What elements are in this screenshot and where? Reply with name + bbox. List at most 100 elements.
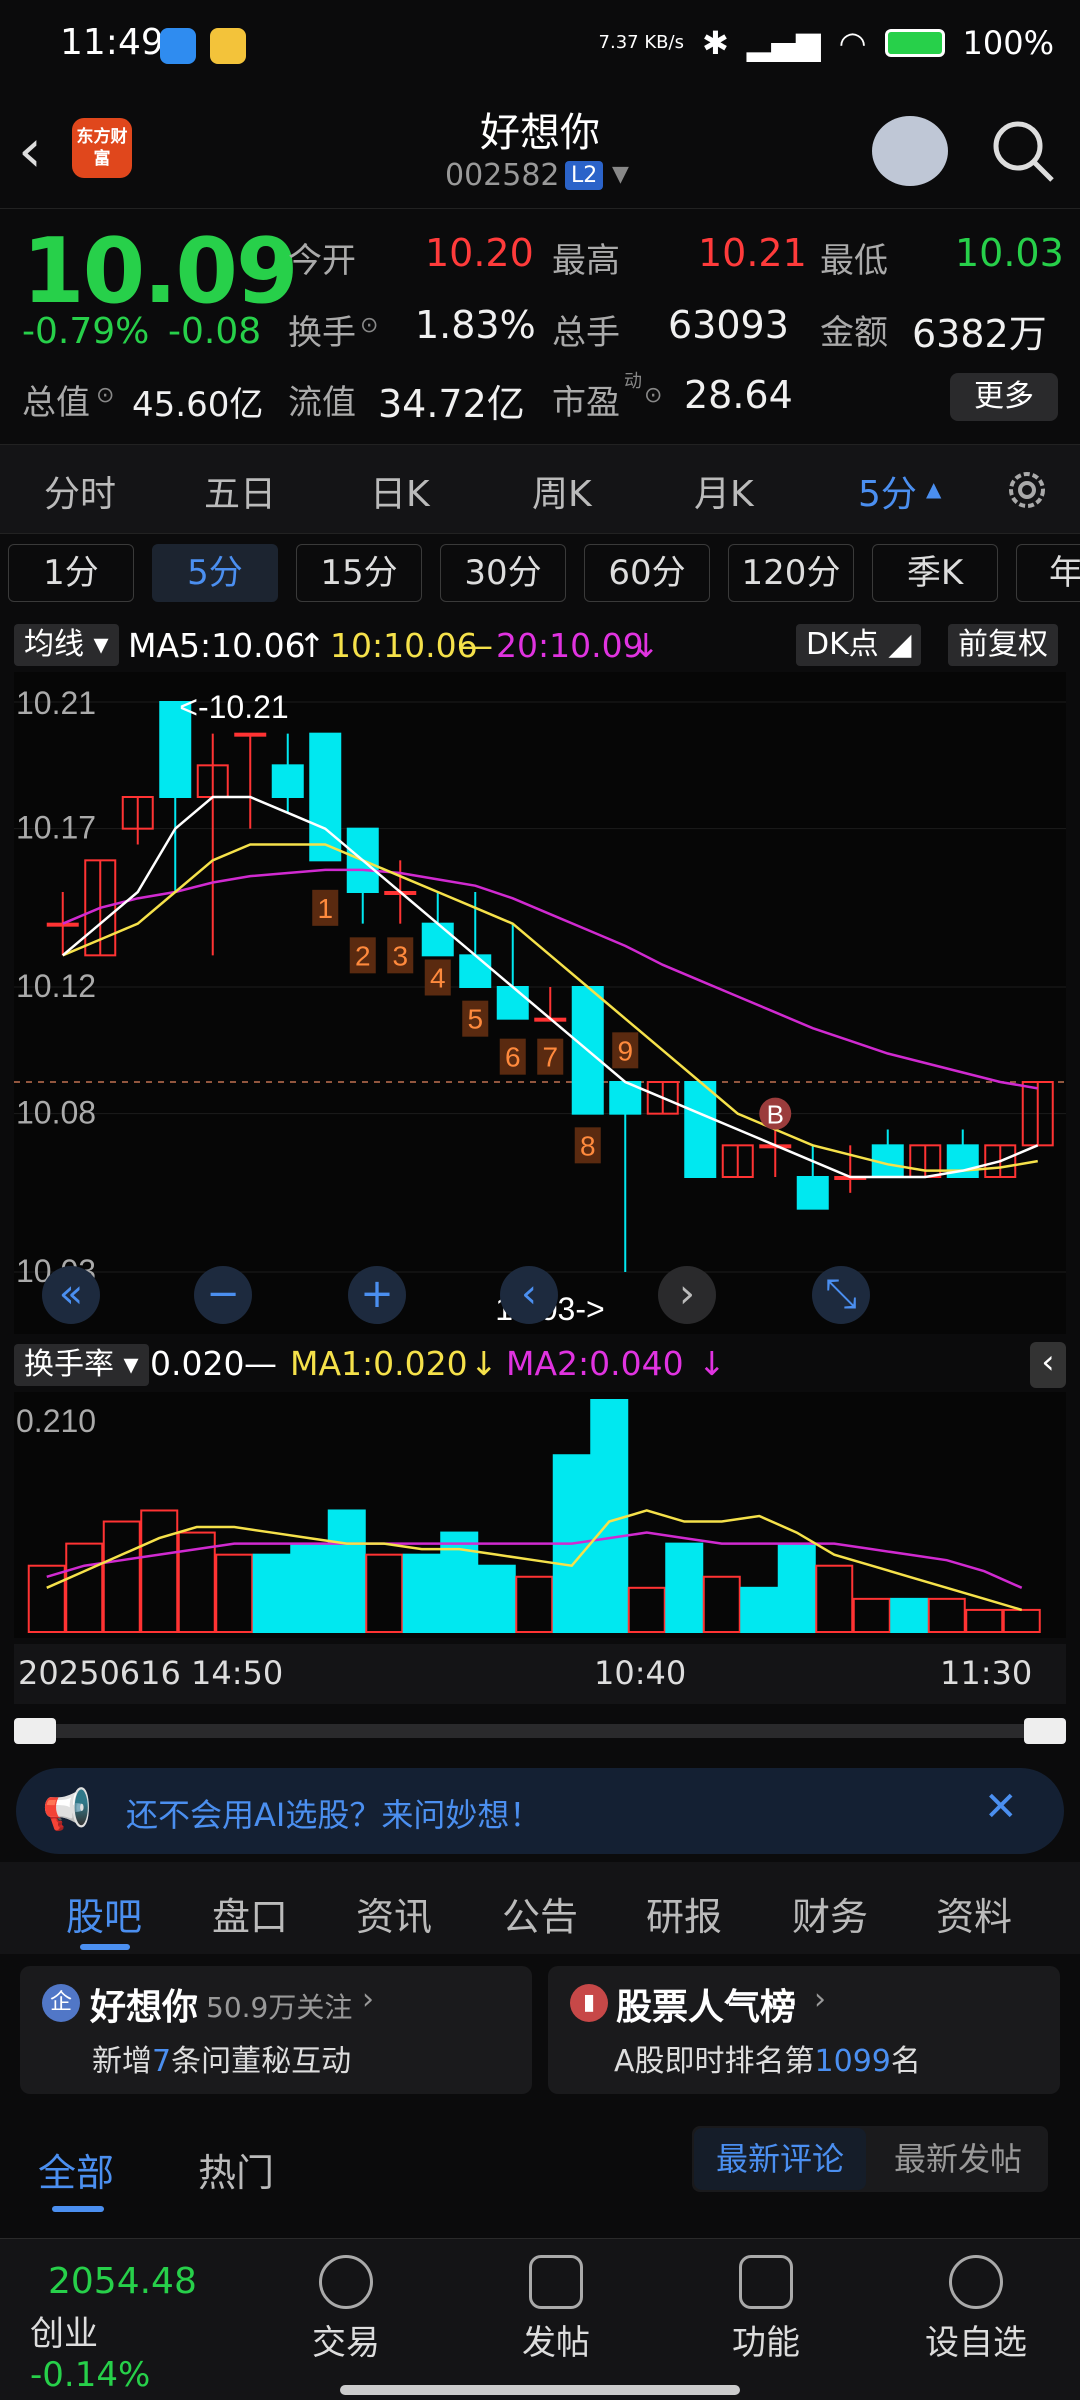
tab-announcements[interactable]: 公告: [502, 1886, 578, 1941]
chevron-right-icon: ›: [814, 1982, 826, 2017]
tab-5min-sub[interactable]: 5分: [152, 544, 278, 602]
index-name: 创业: [30, 2314, 98, 2354]
tab-week-k[interactable]: 周K: [532, 465, 592, 517]
nav-post[interactable]: 发帖: [486, 2255, 626, 2364]
signal-label: 4: [430, 963, 446, 994]
nav-trade[interactable]: 交易: [276, 2255, 416, 2364]
candlestick-chart[interactable]: 10.2110.1710.1210.0810.03123456789B<-10.…: [14, 672, 1066, 1334]
fullscreen-icon[interactable]: ⤡: [812, 1266, 870, 1324]
volume-label: 总手: [552, 313, 620, 353]
candle-body: [684, 1081, 717, 1178]
more-button[interactable]: 更多: [950, 373, 1058, 421]
volume-bar: [477, 1564, 516, 1633]
tab-all[interactable]: 全部: [38, 2142, 114, 2197]
ma20-value: 20:10.09: [496, 626, 644, 665]
search-icon[interactable]: [990, 118, 1056, 184]
tab-year-k[interactable]: 年: [1016, 544, 1080, 602]
tab-profile[interactable]: 资料: [936, 1886, 1012, 1941]
indicator-selector-label: 均线: [24, 627, 84, 662]
scroll-handle-right[interactable]: [1024, 1718, 1066, 1744]
signal-label: 3: [392, 940, 408, 971]
info-icon[interactable]: ⊙: [96, 383, 114, 408]
ranking-info: A股即时排名第1099名: [614, 2036, 921, 2080]
ranking-chart-icon: ▮: [570, 1984, 608, 2022]
ai-banner[interactable]: 📢 还不会用AI选股？来问妙想！ ✕: [16, 1768, 1064, 1854]
info-icon[interactable]: ⊙: [644, 383, 662, 408]
tab-finance[interactable]: 财务: [792, 1886, 868, 1941]
tab-15min[interactable]: 15分: [296, 544, 422, 602]
scroll-left-fast-icon[interactable]: «: [42, 1266, 100, 1324]
indicator-selector[interactable]: 均线 ▾: [14, 624, 119, 666]
tab-30min[interactable]: 30分: [440, 544, 566, 602]
settings-gear-icon[interactable]: [1002, 465, 1052, 515]
nav-watchlist[interactable]: 设自选: [906, 2255, 1046, 2364]
grid-icon: [739, 2255, 793, 2309]
max-price-label: <-10.21: [179, 689, 288, 725]
tab-month-k[interactable]: 月K: [694, 465, 754, 517]
volume-selector-label: 换手率: [24, 1347, 114, 1382]
tab-guba[interactable]: 股吧: [66, 1886, 142, 1941]
tab-pankou[interactable]: 盘口: [212, 1886, 288, 1941]
ai-banner-text: 还不会用AI选股？来问妙想！: [126, 1796, 542, 1834]
tab-5min[interactable]: 5分: [858, 465, 917, 517]
scroll-right-icon[interactable]: ›: [658, 1266, 716, 1324]
nav-functions[interactable]: 功能: [696, 2255, 836, 2364]
follower-count: 50.9万关注: [206, 1991, 353, 2024]
signal-icon: ▂▄▆: [746, 24, 821, 62]
dk-point-button[interactable]: DK点 ◢: [796, 624, 922, 666]
guba-card[interactable]: 企 好想你 50.9万关注 › 新增7条问董秘互动: [20, 1966, 532, 2094]
pe-label: 市盈: [552, 383, 620, 423]
volume-legend: 换手率 ▾ 0.020 — MA1:0.020 ↓ MA2:0.040 ↓ ‹: [14, 1342, 1066, 1388]
tab-five-day[interactable]: 五日: [204, 465, 276, 517]
candle-body: [309, 732, 342, 862]
volume-value: 63093: [668, 303, 789, 347]
stock-header: ‹ 东方财富 好想你 002582 L2 ▼: [0, 96, 1080, 206]
tab-news[interactable]: 资讯: [356, 1886, 432, 1941]
adjust-button[interactable]: 前复权: [948, 624, 1058, 666]
tab-hot[interactable]: 热门: [198, 2142, 274, 2197]
scroll-left-icon[interactable]: ‹: [500, 1266, 558, 1324]
index-ticker[interactable]: 2054.48 创业 -0.14%: [30, 2261, 220, 2395]
time-axis-start: 20250616 14:50: [18, 1654, 284, 1692]
popularity-card[interactable]: ▮ 股票人气榜 › A股即时排名第1099名: [548, 1966, 1060, 2094]
assistant-robot-icon[interactable]: [872, 116, 948, 186]
chevron-down-icon[interactable]: ▼: [612, 162, 629, 187]
active-subtab-indicator: [52, 2206, 104, 2212]
sort-latest-post[interactable]: 最新发帖: [872, 2128, 1044, 2190]
chart-scrollbar[interactable]: [14, 1718, 1066, 1744]
total-value: 45.60亿: [132, 385, 264, 425]
volume-indicator-selector[interactable]: 换手率 ▾: [14, 1344, 149, 1386]
nav-trade-label: 交易: [312, 2323, 380, 2363]
zoom-out-icon[interactable]: −: [194, 1266, 252, 1324]
y-tick-label: 10.17: [16, 810, 96, 846]
amount-label: 金额: [820, 313, 888, 353]
tab-quarter-k[interactable]: 季K: [872, 544, 998, 602]
close-icon[interactable]: ✕: [984, 1784, 1018, 1830]
level2-badge[interactable]: L2: [565, 161, 604, 190]
quote-panel: 10.09 -0.79% -0.08 今开 10.20 最高 10.21 最低 …: [0, 208, 1080, 440]
candle-body: [271, 764, 304, 799]
sort-latest-comment[interactable]: 最新评论: [694, 2128, 866, 2190]
volume-bar: [890, 1597, 929, 1634]
tab-research[interactable]: 研报: [646, 1886, 722, 1941]
vol-ma2-value: MA2:0.040: [506, 1344, 684, 1383]
info-icon[interactable]: ⊙: [360, 313, 378, 338]
zoom-in-icon[interactable]: +: [348, 1266, 406, 1324]
tab-day-k[interactable]: 日K: [370, 465, 430, 517]
tab-120min[interactable]: 120分: [728, 544, 854, 602]
float-value-label: 流值: [288, 383, 356, 423]
tab-intraday[interactable]: 分时: [44, 465, 116, 517]
tab-60min[interactable]: 60分: [584, 544, 710, 602]
collapse-panel-icon[interactable]: ‹: [1030, 1342, 1066, 1388]
turnover-chart[interactable]: 0.210: [14, 1392, 1066, 1638]
chevron-right-icon: ›: [362, 1982, 374, 2017]
low-value: 10.03: [955, 231, 1064, 275]
low-label: 最低: [820, 241, 888, 281]
turnover-value: 1.83%: [415, 303, 536, 347]
wifi-icon: ◠: [838, 24, 867, 62]
signal-label: 2: [355, 940, 371, 971]
total-value-label: 总值: [22, 383, 90, 423]
megaphone-icon: 📢: [42, 1787, 92, 1833]
scroll-handle-left[interactable]: [14, 1718, 56, 1744]
tab-1min[interactable]: 1分: [8, 544, 134, 602]
